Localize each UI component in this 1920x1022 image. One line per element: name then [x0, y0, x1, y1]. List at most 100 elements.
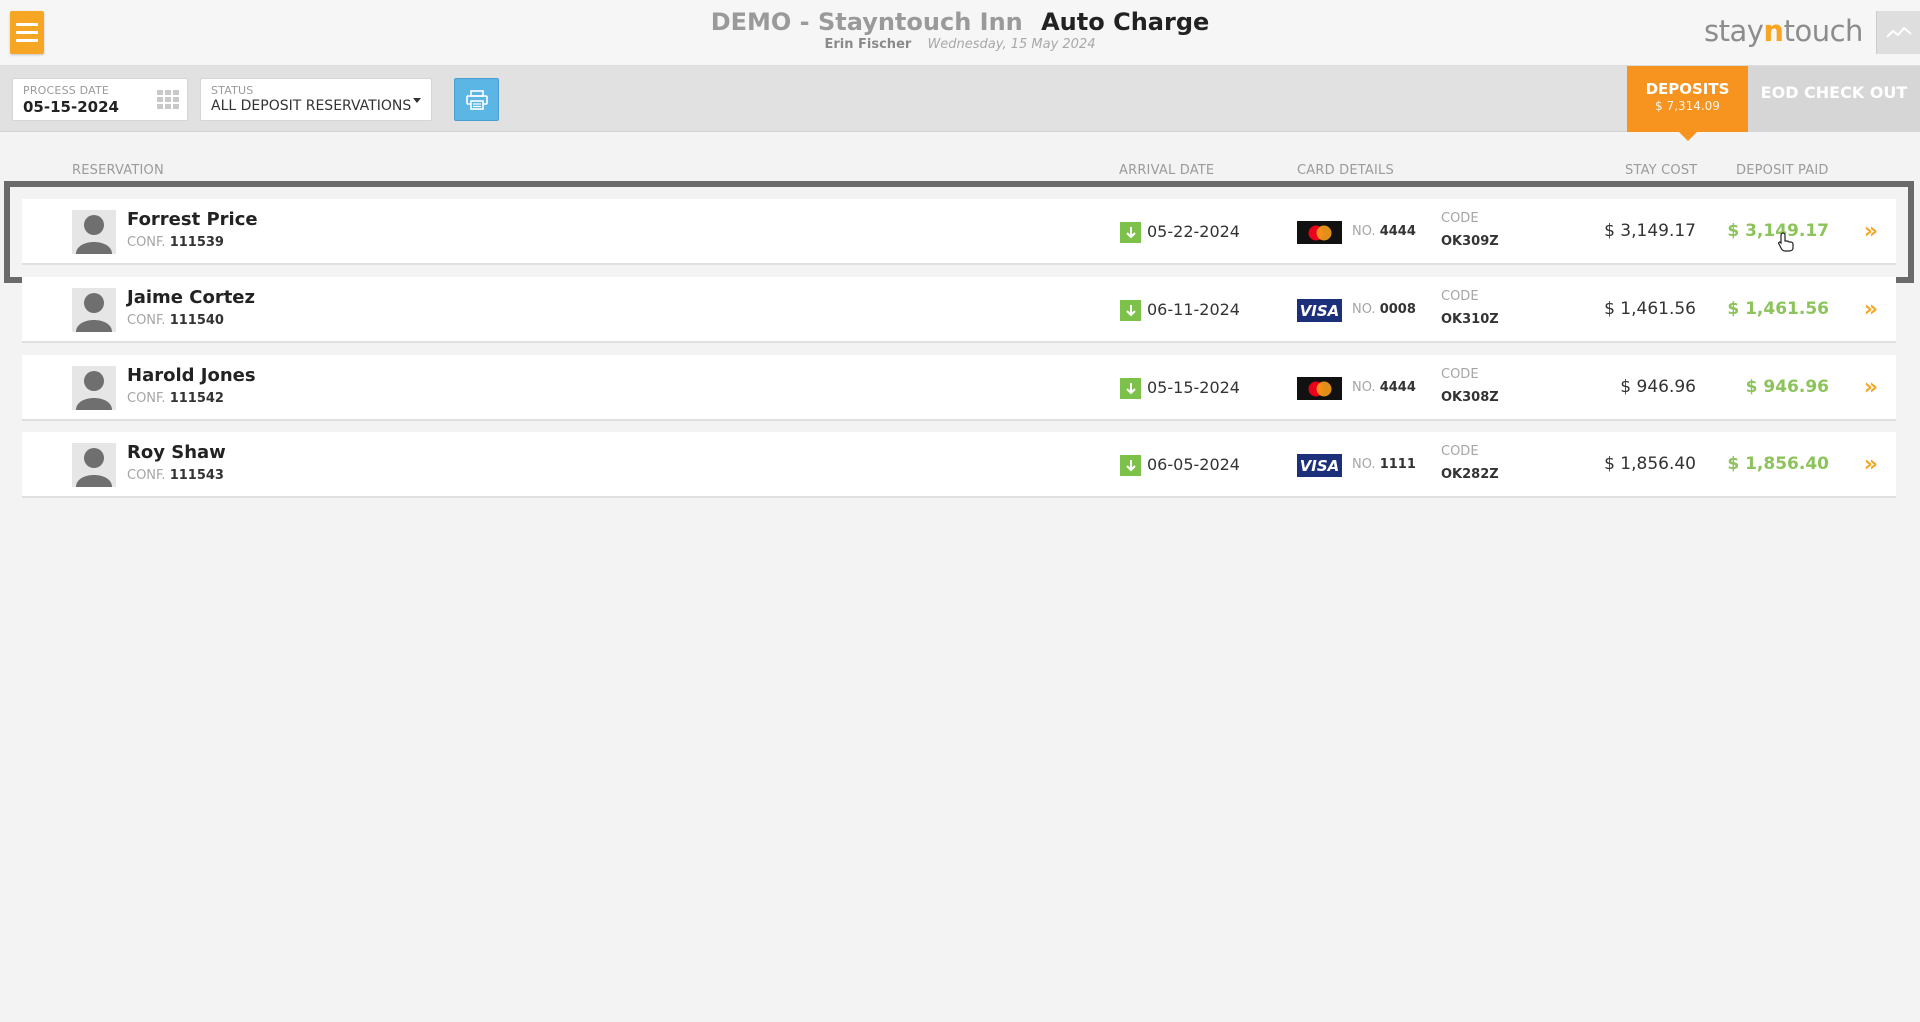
avatar-icon — [72, 288, 116, 332]
code-label: CODE — [1441, 211, 1479, 226]
analytics-icon[interactable] — [1876, 11, 1920, 54]
stay-cost: $ 946.96 — [1620, 377, 1696, 397]
chevron-double-right-icon[interactable]: » — [1864, 452, 1878, 477]
guest-name: Forrest Price — [127, 209, 258, 230]
column-header-deposit-paid: DEPOSIT PAID — [1736, 163, 1829, 178]
code-value: OK282Z — [1441, 467, 1499, 482]
calendar-icon[interactable] — [157, 90, 179, 110]
process-date-label: PROCESS DATE — [23, 84, 110, 97]
tab-deposits-amount: $ 7,314.09 — [1655, 99, 1720, 113]
logo-prefix: stay — [1704, 14, 1764, 48]
mastercard-icon — [1297, 221, 1342, 244]
conf-value: 111542 — [169, 391, 224, 406]
title-line: DEMO - Stayntouch Inn Auto Charge — [0, 8, 1920, 36]
confirmation-number: CONF. 111540 — [127, 313, 224, 328]
card-number: NO. 4444 — [1352, 380, 1416, 395]
chevron-double-right-icon[interactable]: » — [1864, 297, 1878, 322]
mouse-cursor-icon — [1778, 232, 1794, 252]
page-title: Auto Charge — [1041, 8, 1210, 36]
deposit-paid: $ 946.96 — [1745, 377, 1829, 397]
arrival-date: 05-22-2024 — [1147, 222, 1240, 241]
column-header-reservation: RESERVATION — [72, 163, 164, 178]
tab-deposits[interactable]: DEPOSITS $ 7,314.09 — [1627, 66, 1748, 141]
user-name: Erin Fischer — [824, 37, 912, 52]
arrival-date: 06-05-2024 — [1147, 455, 1240, 474]
confirmation-number: CONF. 111539 — [127, 235, 224, 250]
card-no-label: NO. — [1352, 380, 1376, 395]
header-title-block: DEMO - Stayntouch Inn Auto Charge Erin F… — [0, 8, 1920, 52]
visa-icon: VISA — [1297, 454, 1342, 477]
column-header-card-details: CARD DETAILS — [1297, 163, 1394, 178]
code-label: CODE — [1441, 367, 1479, 382]
chevron-down-icon — [413, 98, 421, 103]
stay-cost: $ 1,856.40 — [1604, 454, 1696, 474]
conf-value: 111539 — [169, 235, 224, 250]
process-date-value: 05-15-2024 — [23, 98, 119, 116]
stayntouch-logo: stayntouch — [1704, 14, 1863, 48]
business-date: Wednesday, 15 May 2024 — [927, 37, 1096, 52]
toolbar: PROCESS DATE 05-15-2024 STATUS ALL DEPOS… — [0, 66, 1920, 141]
code-label: CODE — [1441, 444, 1479, 459]
mastercard-icon — [1297, 377, 1342, 400]
table-row[interactable]: Roy Shaw CONF. 111543 06-05-2024 VISA NO… — [22, 432, 1896, 498]
code-value: OK309Z — [1441, 234, 1499, 249]
top-header: DEMO - Stayntouch Inn Auto Charge Erin F… — [0, 0, 1920, 66]
card-number: NO. 4444 — [1352, 224, 1416, 239]
arrival-icon — [1120, 222, 1141, 243]
code-label: CODE — [1441, 289, 1479, 304]
confirmation-number: CONF. 111542 — [127, 391, 224, 406]
conf-label: CONF. — [127, 468, 166, 483]
table-row[interactable]: Harold Jones CONF. 111542 05-15-2024 NO.… — [22, 355, 1896, 421]
status-select[interactable]: STATUS ALL DEPOSIT RESERVATIONS — [200, 78, 432, 121]
card-no-value: 4444 — [1379, 224, 1416, 239]
conf-value: 111543 — [169, 468, 224, 483]
avatar-icon — [72, 210, 116, 254]
column-header-stay-cost: STAY COST — [1625, 163, 1698, 178]
guest-name: Jaime Cortez — [127, 287, 255, 308]
card-no-value: 4444 — [1379, 380, 1416, 395]
card-number: NO. 1111 — [1352, 457, 1416, 472]
deposit-paid: $ 1,856.40 — [1727, 454, 1829, 474]
tab-eod-check-out[interactable]: EOD CHECK OUT — [1748, 66, 1920, 132]
conf-value: 111540 — [169, 313, 224, 328]
tab-deposits-label: DEPOSITS — [1645, 80, 1730, 98]
card-no-value: 1111 — [1379, 457, 1416, 472]
conf-label: CONF. — [127, 235, 166, 250]
table-row[interactable]: Jaime Cortez CONF. 111540 06-11-2024 VIS… — [22, 277, 1896, 343]
process-date-field[interactable]: PROCESS DATE 05-15-2024 — [12, 78, 188, 121]
card-no-label: NO. — [1352, 302, 1376, 317]
card-no-value: 0008 — [1379, 302, 1416, 317]
column-header-arrival-date: ARRIVAL DATE — [1119, 163, 1215, 178]
card-no-label: NO. — [1352, 224, 1376, 239]
guest-name: Harold Jones — [127, 365, 256, 386]
avatar-icon — [72, 443, 116, 487]
stay-cost: $ 3,149.17 — [1604, 221, 1696, 241]
card-no-label: NO. — [1352, 457, 1376, 472]
print-button[interactable] — [454, 78, 499, 121]
confirmation-number: CONF. 111543 — [127, 468, 224, 483]
conf-label: CONF. — [127, 313, 166, 328]
print-icon — [465, 89, 488, 110]
conf-label: CONF. — [127, 391, 166, 406]
arrival-icon — [1120, 455, 1141, 476]
code-value: OK308Z — [1441, 390, 1499, 405]
guest-name: Roy Shaw — [127, 442, 226, 463]
logo-accent: n — [1763, 14, 1784, 48]
arrival-icon — [1120, 300, 1141, 321]
card-number: NO. 0008 — [1352, 302, 1416, 317]
chevron-double-right-icon[interactable]: » — [1864, 375, 1878, 400]
table-row[interactable]: Forrest Price CONF. 111539 05-22-2024 NO… — [4, 181, 1914, 283]
avatar-icon — [72, 366, 116, 410]
arrival-date: 05-15-2024 — [1147, 378, 1240, 397]
hotel-name: DEMO - Stayntouch Inn — [710, 8, 1023, 36]
arrival-date: 06-11-2024 — [1147, 300, 1240, 319]
deposit-paid: $ 1,461.56 — [1727, 299, 1829, 319]
visa-icon: VISA — [1297, 299, 1342, 322]
status-label: STATUS — [211, 84, 254, 97]
arrival-icon — [1120, 378, 1141, 399]
header-subline: Erin Fischer Wednesday, 15 May 2024 — [0, 37, 1920, 52]
status-value: ALL DEPOSIT RESERVATIONS — [211, 98, 412, 114]
code-value: OK310Z — [1441, 312, 1499, 327]
chevron-double-right-icon[interactable]: » — [1864, 219, 1878, 244]
logo-suffix: touch — [1783, 14, 1864, 48]
